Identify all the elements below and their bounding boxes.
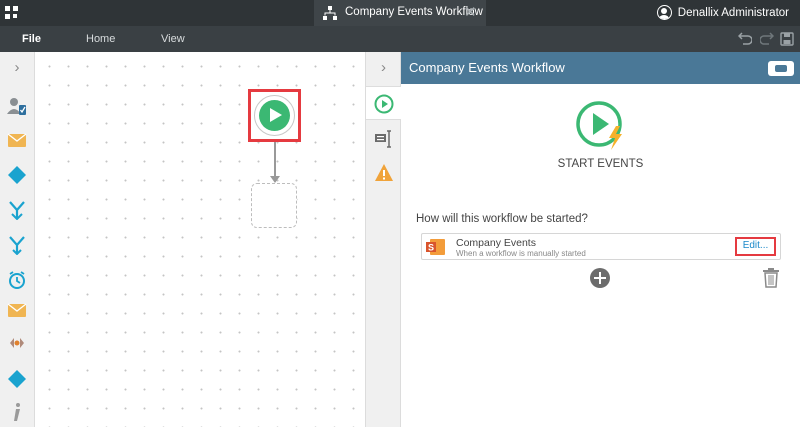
panel-options-button[interactable] <box>768 61 794 76</box>
step-placeholder[interactable] <box>251 183 297 228</box>
property-tabs: › <box>365 52 402 427</box>
svg-text:S: S <box>428 243 434 253</box>
start-question: How will this workflow be started? <box>416 213 588 225</box>
tab-properties[interactable] <box>366 122 401 156</box>
toolbox: › <box>0 52 35 427</box>
start-events-label: START EVENTS <box>557 158 644 170</box>
decision-icon[interactable] <box>7 165 27 185</box>
workflow-icon <box>323 6 337 20</box>
panel-header: Company Events Workflow <box>401 52 800 84</box>
start-events-icon <box>576 101 622 150</box>
menu-view[interactable]: View <box>161 33 185 45</box>
document-tab-label: Company Events Workflow <box>345 6 483 18</box>
workflow-canvas[interactable] <box>35 52 365 427</box>
event-title: Company Events <box>456 237 536 249</box>
user-task-icon[interactable] <box>7 96 27 116</box>
timer-icon[interactable] <box>7 270 27 290</box>
user-avatar-icon <box>656 5 672 20</box>
start-node-ring <box>254 95 295 136</box>
tab-start-events[interactable] <box>366 86 402 120</box>
start-node[interactable] <box>248 89 301 142</box>
panel-title: Company Events Workflow <box>409 60 565 75</box>
split-icon[interactable] <box>7 235 27 255</box>
tab-warnings[interactable] <box>366 156 401 190</box>
title-bar: Company Events Workflow ✕ Denallix Admin… <box>0 0 800 26</box>
document-tab[interactable]: Company Events Workflow ✕ <box>314 0 486 26</box>
save-icon[interactable] <box>780 32 794 46</box>
properties-tab-icon <box>375 130 391 148</box>
user-name: Denallix Administrator <box>677 6 789 19</box>
connector-line <box>274 142 276 179</box>
info-icon[interactable] <box>7 402 27 422</box>
collapse-panel-icon[interactable]: › <box>366 52 401 84</box>
event-subtitle: When a workflow is manually started <box>456 249 586 258</box>
app-grid-icon[interactable] <box>5 6 19 20</box>
delete-icon[interactable] <box>763 268 779 288</box>
edit-event-link[interactable]: Edit... <box>735 237 776 256</box>
integration-icon[interactable] <box>7 333 27 353</box>
expand-toolbox-icon[interactable]: › <box>0 52 34 84</box>
sharepoint-icon: S <box>426 239 445 255</box>
decision-icon-2[interactable] <box>7 369 27 389</box>
add-event-button[interactable] <box>590 268 610 288</box>
redo-icon[interactable] <box>760 32 774 46</box>
merge-icon[interactable] <box>7 200 27 220</box>
close-tab-icon[interactable]: ✕ <box>464 3 477 21</box>
email-icon[interactable] <box>7 130 27 150</box>
user-menu[interactable]: Denallix Administrator <box>656 5 789 20</box>
play-icon <box>259 100 290 131</box>
menu-file[interactable]: File <box>22 33 41 45</box>
start-events-tab-icon <box>374 94 394 114</box>
warning-icon <box>375 164 393 181</box>
undo-icon[interactable] <box>738 32 752 46</box>
connector-arrow-icon <box>270 176 280 183</box>
menu-home[interactable]: Home <box>86 33 115 45</box>
ribbon: File Home View <box>0 26 800 52</box>
email-icon-2[interactable] <box>7 300 27 320</box>
start-event-row[interactable]: S Company Events When a workflow is manu… <box>421 233 781 260</box>
properties-panel: Company Events Workflow START EVENTS How… <box>401 52 800 427</box>
